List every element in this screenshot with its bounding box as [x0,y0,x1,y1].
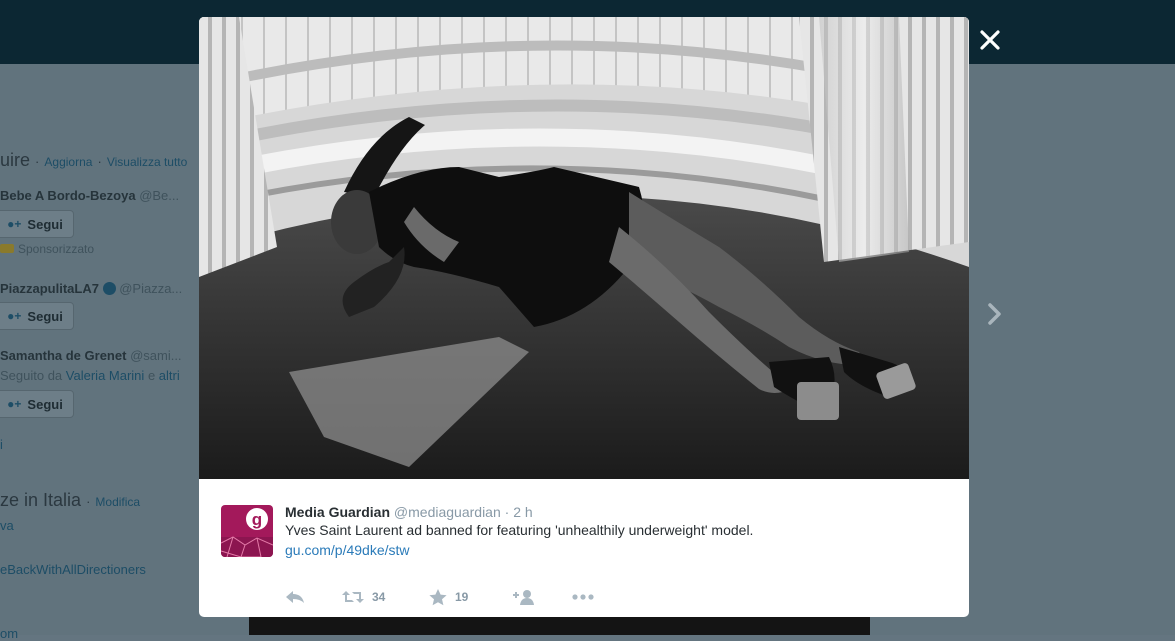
follow-author-button[interactable] [513,587,535,607]
suggestion-name-row[interactable]: Bebe A Bordo-Bezoya @Be... [0,188,179,203]
follow-label: Segui [27,216,63,232]
promoted-label: Sponsorizzato [18,242,95,256]
followed-by-row: Seguito da Valeria Marini e altri [0,368,180,383]
follow-icon: ●+ [7,309,22,323]
verified-icon [102,282,116,295]
underlying-photo-edge [249,616,870,635]
followed-by-link[interactable]: Valeria Marini [66,368,145,383]
author-name[interactable]: Media Guardian [285,504,390,520]
chevron-right-icon [988,303,1001,325]
reply-button[interactable] [285,587,305,607]
trend-item[interactable]: om [0,626,18,641]
separator: · [504,504,510,520]
followed-by-suffix: e [147,368,156,383]
followed-by-more-link[interactable]: altri [159,368,180,383]
close-icon [980,30,1000,50]
separator: · [97,154,102,169]
tweet-photo[interactable] [199,17,969,479]
follow-button[interactable]: ●+ Segui [0,390,74,418]
tweet-text: Yves Saint Laurent ad banned for featuri… [285,522,754,538]
follow-label: Segui [27,396,63,412]
trend-item[interactable]: va [0,518,14,533]
refresh-link[interactable]: Aggiorna [44,155,92,169]
follow-label: Segui [27,308,63,324]
more-button[interactable] [572,587,594,607]
avatar[interactable]: g [221,505,273,557]
separator: · [86,494,91,509]
media-modal: g Media Guardian @mediaguardian · 2 h Yv… [199,17,969,617]
guardian-logo-icon: g [221,505,273,557]
promoted-icon [0,244,14,253]
suggestion-name[interactable]: PiazzapulitaLA7 [0,281,99,296]
follow-icon: ●+ [7,397,22,411]
suggestion-name[interactable]: Samantha de Grenet [0,348,126,363]
author-handle[interactable]: @mediaguardian [394,504,501,520]
separator: · [35,154,40,169]
view-all-link[interactable]: Visualizza tutto [107,155,188,169]
follow-button[interactable]: ●+ Segui [0,302,74,330]
retweet-count: 34 [372,590,386,604]
retweet-icon [342,591,364,603]
favorite-icon [429,588,447,605]
view-all-fragment[interactable]: i [0,437,3,452]
follow-icon: ●+ [7,217,22,231]
suggestion-name-row[interactable]: Samantha de Grenet @sami... [0,348,182,363]
suggestion-handle: @Be... [139,188,180,203]
trends-heading: ze in Italia · Modifica [0,490,140,511]
favorite-button[interactable]: 19 [429,587,468,607]
follow-icon [513,590,534,605]
tweet-header: Media Guardian @mediaguardian · 2 h [285,504,533,520]
promoted-row: Sponsorizzato [0,242,94,256]
favorite-count: 19 [455,590,469,604]
followed-by-prefix: Seguito da [0,368,63,383]
suggestion-handle: @Piazza... [119,281,183,296]
avatar-letter: g [252,510,262,529]
suggestion-name-row[interactable]: PiazzapulitaLA7 @Piazza... [0,281,182,296]
tweet-timestamp[interactable]: 2 h [513,504,532,520]
who-to-follow-title: uire [0,150,31,170]
follow-button[interactable]: ●+ Segui [0,210,74,238]
suggestion-handle: @sami... [130,348,182,363]
trend-item[interactable]: eBackWithAllDirectioners [0,562,146,577]
reply-icon [286,591,304,603]
tweet-details: g Media Guardian @mediaguardian · 2 h Yv… [199,479,969,617]
suggestion-name[interactable]: Bebe A Bordo-Bezoya [0,188,136,203]
close-button[interactable] [978,28,1002,52]
who-to-follow-heading: uire · Aggiorna · Visualizza tutto [0,150,187,171]
next-media-button[interactable] [985,300,1005,328]
tweet-link[interactable]: gu.com/p/49dke/stw [285,542,410,558]
retweet-button[interactable]: 34 [342,587,385,607]
change-trends-link[interactable]: Modifica [95,495,140,509]
trends-title: ze in Italia [0,490,82,510]
more-icon [572,594,594,600]
